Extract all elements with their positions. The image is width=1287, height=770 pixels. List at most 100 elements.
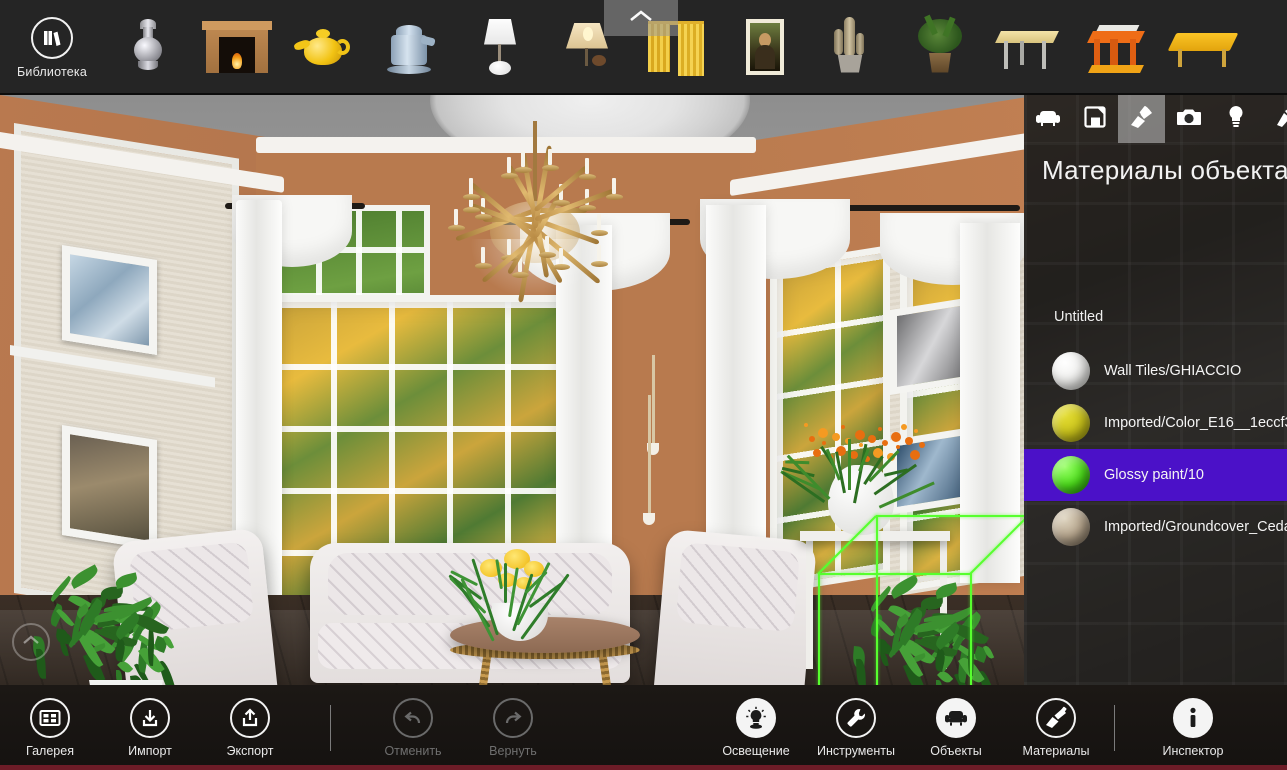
plant-left-foliage [31, 558, 178, 685]
redo-label: Вернуть [489, 743, 537, 758]
tools-button[interactable]: Инструменты [806, 685, 906, 770]
toolbar-divider-left [330, 704, 331, 751]
plant-right-foliage [851, 568, 998, 685]
pendant-shade-2 [643, 513, 655, 525]
bottom-right-group: Освещение Инструменты Объекты Материалы [706, 685, 1106, 770]
inspector-panel: Материалы объекта Untitled Wall Tiles/GH… [1024, 95, 1287, 685]
objects-button[interactable]: Объекты [906, 685, 1006, 770]
sofa-icon [936, 697, 976, 738]
potted-plant-left[interactable] [31, 550, 220, 685]
side-table-leg-1 [806, 539, 813, 669]
redo-button[interactable]: Вернуть [463, 685, 563, 770]
library-item-white-table-lamp[interactable] [456, 0, 544, 95]
curtain-panel-4 [960, 223, 1020, 583]
tools-icon [1271, 105, 1287, 134]
books-icon [31, 16, 73, 59]
export-button[interactable]: Экспорт [200, 685, 300, 770]
orange-side-table-thumb [1078, 11, 1154, 85]
library-scroll-up-button[interactable] [604, 0, 678, 36]
chevron-up-icon [628, 9, 654, 28]
floppy-disk-icon [1083, 105, 1107, 134]
objects-label: Объекты [930, 743, 982, 758]
library-toolbar: Библиотека [0, 0, 1287, 95]
library-item-potted-cactus[interactable] [808, 0, 896, 95]
inspector-panel-title: Материалы объекта [1042, 154, 1287, 185]
yellow-teapot-thumb [286, 11, 362, 85]
pendant-cord-2 [648, 395, 651, 515]
viewport-3d[interactable] [0, 95, 1024, 685]
material-row-2[interactable]: Glossy paint/10 [1024, 449, 1287, 501]
tab-camera[interactable] [1165, 95, 1212, 143]
potted-plant-right[interactable] [851, 550, 1024, 685]
material-swatch-2 [1052, 456, 1090, 494]
lighting-label: Освещение [722, 743, 790, 758]
library-button[interactable]: Библиотека [0, 0, 104, 95]
chandelier-rod [533, 121, 537, 209]
material-swatch-1 [1052, 404, 1090, 442]
library-item-yellow-teapot[interactable] [280, 0, 368, 95]
lightbulb-icon [736, 697, 776, 738]
library-item-wooden-table[interactable] [984, 0, 1072, 95]
redo-icon [493, 697, 533, 738]
undo-button[interactable]: Отменить [363, 685, 463, 770]
gallery-button[interactable]: Галерея [0, 685, 100, 770]
inspector-button[interactable]: Инспектор [1133, 685, 1253, 770]
inspector-label: Инспектор [1162, 743, 1224, 758]
potted-plant-thumb [902, 11, 978, 85]
bottom-accent-line [0, 765, 1287, 770]
tab-save[interactable] [1071, 95, 1118, 143]
white-table-lamp-thumb [462, 11, 538, 85]
sofa-icon [1035, 107, 1061, 132]
viewport-nav-up-button[interactable] [12, 623, 50, 661]
gallery-label: Галерея [26, 743, 74, 758]
lightbulb-icon [1227, 105, 1245, 134]
pendant-cord-1 [652, 355, 655, 445]
yellow-coffee-table-thumb [1166, 11, 1242, 85]
material-row-0[interactable]: Wall Tiles/GHIACCIO [1024, 345, 1287, 397]
materials-label: Материалы [1022, 743, 1090, 758]
library-item-yellow-coffee-table[interactable] [1160, 0, 1248, 95]
import-button[interactable]: Импорт [100, 685, 200, 770]
library-item-blue-kettle[interactable] [368, 0, 456, 95]
info-icon [1173, 697, 1213, 738]
app-window: Библиотека Материалы объекта Untitled Wa… [0, 0, 1287, 770]
yellow-flowers[interactable] [448, 547, 570, 642]
toolbar-divider-right [1114, 705, 1115, 751]
export-icon [230, 697, 270, 738]
library-item-fireplace[interactable] [192, 0, 280, 95]
paintbrush-icon [1129, 105, 1155, 134]
library-item-mona-lisa-painting[interactable] [720, 0, 808, 95]
materials-button[interactable]: Материалы [1006, 685, 1106, 770]
tools-label: Инструменты [817, 743, 895, 758]
orange-flower-arrangement[interactable] [780, 421, 935, 509]
mona-lisa-painting-thumb [726, 11, 802, 85]
export-label: Экспорт [226, 743, 274, 758]
library-item-orange-side-table[interactable] [1072, 0, 1160, 95]
potted-cactus-thumb [814, 11, 890, 85]
paintbrush-icon [1036, 697, 1076, 738]
camera-icon [1176, 107, 1202, 132]
material-row-1[interactable]: Imported/Color_E16__1eccf3 [1024, 397, 1287, 449]
material-row-3[interactable]: Imported/Groundcover_Ceda [1024, 501, 1287, 553]
import-icon [130, 697, 170, 738]
tab-tools[interactable] [1259, 95, 1287, 143]
gallery-icon [30, 697, 70, 738]
undo-icon [393, 697, 433, 738]
inspector-group: Инспектор [1114, 685, 1253, 770]
tab-lighting[interactable] [1212, 95, 1259, 143]
tab-objects[interactable] [1024, 95, 1071, 143]
inspector-object-name: Untitled [1054, 309, 1104, 325]
material-list: Wall Tiles/GHIACCIO Imported/Color_E16__… [1024, 345, 1287, 553]
material-name-1: Imported/Color_E16__1eccf3 [1104, 415, 1287, 431]
library-button-label: Библиотека [17, 64, 87, 79]
chandelier [410, 121, 660, 361]
material-name-0: Wall Tiles/GHIACCIO [1104, 363, 1242, 379]
import-label: Импорт [128, 743, 172, 758]
library-item-silver-vase[interactable] [104, 0, 192, 95]
material-swatch-3 [1052, 508, 1090, 546]
library-item-potted-plant[interactable] [896, 0, 984, 95]
tab-materials[interactable] [1118, 95, 1165, 143]
armchair-right[interactable] [652, 528, 818, 685]
framed-picture-2 [62, 425, 157, 551]
lighting-button[interactable]: Освещение [706, 685, 806, 770]
